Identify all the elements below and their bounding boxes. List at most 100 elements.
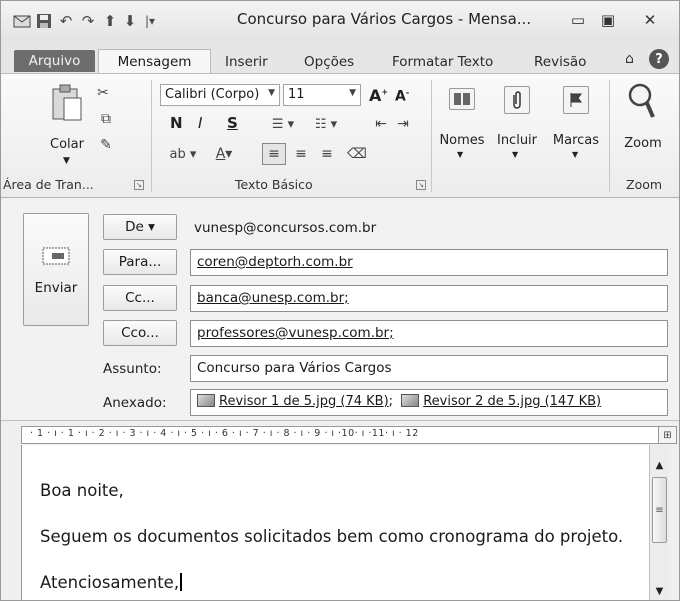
send-button[interactable]: Enviar	[23, 213, 89, 326]
group-divider	[151, 80, 152, 192]
highlight-icon[interactable]: ab ▾	[166, 144, 200, 164]
down-arrow-icon[interactable]: ⬇	[121, 12, 139, 30]
title-bar: ↶ ↷ ⬆ ⬇ |▾ Concurso para Vários Cargos -…	[1, 1, 679, 41]
cc-field[interactable]: banca@unesp.com.br;	[190, 285, 668, 312]
align-center-icon[interactable]: ≡	[290, 144, 312, 164]
shrink-font-icon[interactable]: A-	[395, 88, 409, 105]
underline-button[interactable]: S	[227, 114, 238, 132]
font-size-value: 11	[288, 87, 305, 102]
outlook-compose-window: ↶ ↷ ⬆ ⬇ |▾ Concurso para Vários Cargos -…	[0, 0, 680, 601]
cut-icon[interactable]: ✂	[94, 84, 112, 102]
help-icon[interactable]: ?	[649, 49, 669, 69]
font-name-combo[interactable]: Calibri (Corpo) ▼	[160, 84, 280, 106]
subject-field[interactable]: Concurso para Vários Cargos	[190, 355, 668, 382]
tab-options[interactable]: Opções	[304, 54, 354, 70]
scroll-thumb[interactable]: ≡	[652, 477, 667, 543]
tab-insert[interactable]: Inserir	[225, 54, 268, 70]
font-size-combo[interactable]: 11 ▼	[283, 84, 361, 106]
ruler-scale: · 1 · ı · 1 · ı · 2 · ı · 3 · ı · 4 · ı …	[30, 428, 419, 439]
attachment-name: Revisor 1 de 5.jpg (74 KB)	[219, 394, 389, 409]
attachments-field: Revisor 1 de 5.jpg (74 KB); Revisor 2 de…	[190, 389, 668, 416]
text-caret	[180, 573, 183, 591]
message-header: Enviar De ▾ vunesp@concursos.com.br Para…	[1, 199, 679, 421]
paste-button[interactable]: Colar ▼	[41, 82, 101, 172]
to-value: coren@deptorh.com.br	[197, 254, 353, 270]
maximize-button[interactable]: ▣	[597, 10, 619, 30]
chevron-down-icon: ▼	[63, 156, 70, 166]
outlook-app-icon[interactable]	[13, 12, 31, 30]
increase-indent-icon[interactable]: ⇥	[393, 114, 413, 134]
names-button[interactable]: Nomes ▼	[435, 80, 489, 172]
redo-icon[interactable]: ↷	[79, 12, 97, 30]
ruler[interactable]: · 1 · ı · 1 · ı · 2 · ı · 3 · ı · 4 · ı …	[21, 426, 669, 444]
undo-icon[interactable]: ↶	[57, 12, 75, 30]
clipboard-group-label: Área de Tran...	[3, 177, 94, 192]
chevron-down-icon: ▼	[512, 150, 519, 159]
include-button[interactable]: Incluir ▼	[490, 80, 544, 172]
to-button[interactable]: Para...	[103, 249, 177, 275]
send-envelope-icon	[42, 247, 70, 265]
send-label: Enviar	[34, 280, 78, 296]
tab-file[interactable]: Arquivo	[14, 50, 95, 72]
vertical-scrollbar[interactable]: ▲ ≡ ▼	[649, 445, 669, 600]
bullets-icon[interactable]: ☰ ▾	[263, 114, 303, 134]
tab-format-text[interactable]: Formatar Texto	[392, 54, 493, 70]
basic-text-launcher-icon[interactable]: ↘	[416, 180, 426, 190]
bcc-field[interactable]: professores@vunesp.com.br;	[190, 320, 668, 347]
tags-label: Marcas	[552, 133, 600, 148]
attached-label: Anexado:	[103, 395, 167, 411]
tab-review[interactable]: Revisão	[534, 54, 586, 70]
chevron-down-icon: ▼	[268, 88, 275, 98]
ribbon-tabs: Arquivo Mensagem Inserir Opções Formatar…	[1, 41, 679, 74]
bold-button[interactable]: N	[170, 114, 183, 132]
font-name-value: Calibri (Corpo)	[165, 87, 260, 102]
scroll-up-icon[interactable]: ▲	[651, 457, 668, 474]
body-line: Boa noite,	[40, 481, 124, 500]
paperclip-icon	[504, 86, 530, 114]
basic-text-group-label: Texto Básico	[235, 177, 313, 192]
to-field[interactable]: coren@deptorh.com.br	[190, 249, 668, 276]
group-divider	[609, 80, 610, 192]
attachment-item[interactable]: Revisor 1 de 5.jpg (74 KB)	[197, 394, 389, 409]
attachment-separator: ;	[388, 394, 394, 409]
format-painter-icon[interactable]: ✎	[97, 136, 115, 154]
minimize-button[interactable]: ▭	[567, 10, 589, 30]
tab-message[interactable]: Mensagem	[98, 49, 211, 74]
names-label: Nomes	[439, 133, 485, 148]
cc-value: banca@unesp.com.br;	[197, 290, 349, 306]
cc-button[interactable]: Cc...	[103, 285, 177, 311]
attachment-name: Revisor 2 de 5.jpg (147 KB)	[423, 394, 602, 409]
numbering-icon[interactable]: ☷ ▾	[306, 114, 346, 134]
customize-qat-icon[interactable]: |▾	[141, 12, 159, 30]
paste-label: Colar	[50, 137, 84, 152]
scroll-down-icon[interactable]: ▼	[651, 583, 668, 600]
decrease-indent-icon[interactable]: ⇤	[371, 114, 391, 134]
view-ruler-icon[interactable]: ⊞	[658, 426, 677, 444]
subject-value: Concurso para Vários Cargos	[197, 360, 392, 376]
clear-formatting-icon[interactable]: ⌫	[346, 144, 368, 164]
body-line: Atenciosamente,	[40, 573, 180, 592]
align-left-icon[interactable]: ≡	[262, 143, 286, 165]
close-button[interactable]: ✕	[639, 10, 661, 30]
bcc-value: professores@vunesp.com.br;	[197, 325, 394, 341]
message-body[interactable]: Boa noite, Seguem os documentos solicita…	[21, 445, 649, 600]
window-title: Concurso para Vários Cargos - Mensa...	[237, 10, 532, 28]
from-button[interactable]: De ▾	[103, 214, 177, 240]
zoom-button[interactable]: Zoom	[613, 80, 673, 172]
zoom-label: Zoom	[624, 136, 662, 151]
copy-icon[interactable]: ⧉	[97, 110, 115, 128]
chevron-down-icon: ▼	[457, 150, 464, 159]
save-icon[interactable]	[35, 12, 53, 30]
font-color-icon[interactable]: A ▾	[207, 144, 241, 164]
align-right-icon[interactable]: ≡	[316, 144, 338, 164]
clipboard-launcher-icon[interactable]: ↘	[134, 180, 144, 190]
body-line: Seguem os documentos solicitados bem com…	[40, 527, 624, 546]
attachment-item[interactable]: Revisor 2 de 5.jpg (147 KB)	[401, 394, 601, 409]
minimize-ribbon-icon[interactable]: ⌂	[625, 51, 634, 67]
italic-button[interactable]: I	[198, 114, 202, 132]
up-arrow-icon[interactable]: ⬆	[101, 12, 119, 30]
grow-font-icon[interactable]: A+	[369, 86, 388, 105]
address-book-icon	[449, 88, 475, 110]
tags-button[interactable]: Marcas ▼	[547, 80, 605, 172]
bcc-button[interactable]: Cco...	[103, 320, 177, 346]
